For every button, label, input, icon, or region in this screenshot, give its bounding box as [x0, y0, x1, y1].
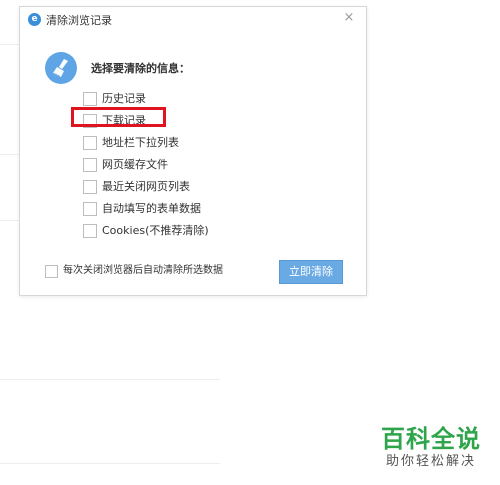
cookies-checkbox[interactable]: [83, 224, 97, 238]
option-label: 历史记录: [102, 92, 146, 105]
address-bar-list-checkbox[interactable]: [83, 136, 97, 150]
background-divider: [0, 463, 220, 464]
broom-icon: [45, 52, 77, 84]
clear-prompt: 选择要清除的信息：: [91, 62, 190, 75]
background-divider: [0, 379, 220, 380]
option-label: 网页缓存文件: [102, 158, 168, 171]
clear-history-dialog: e 清除浏览记录 × 选择要清除的信息： 历史记录 下载记录 地址栏下拉列表 网…: [19, 6, 367, 296]
option-label: 自动填写的表单数据: [102, 202, 201, 215]
history-checkbox[interactable]: [83, 92, 97, 106]
clear-now-button[interactable]: 立即清除: [279, 260, 343, 284]
option-label: 下载记录: [102, 114, 146, 127]
watermark-title: 百科全说: [381, 425, 481, 453]
option-label: 最近关闭网页列表: [102, 180, 190, 193]
dialog-titlebar: e 清除浏览记录 ×: [20, 7, 366, 33]
close-button[interactable]: ×: [342, 11, 356, 25]
browser-logo-icon: e: [28, 13, 41, 26]
page: e 清除浏览记录 × 选择要清除的信息： 历史记录 下载记录 地址栏下拉列表 网…: [0, 0, 500, 485]
auto-clear-label: 每次关闭浏览器后自动清除所选数据: [63, 265, 223, 276]
downloads-checkbox[interactable]: [83, 114, 97, 128]
watermark-subtitle: 助你轻松解决: [385, 454, 476, 469]
close-icon: ×: [343, 10, 355, 25]
web-cache-checkbox[interactable]: [83, 158, 97, 172]
autofill-form-checkbox[interactable]: [83, 202, 97, 216]
option-label: 地址栏下拉列表: [102, 136, 179, 149]
dialog-title: 清除浏览记录: [46, 14, 112, 27]
watermark-logo: 百科全说 助你轻松解决: [377, 425, 485, 471]
auto-clear-checkbox[interactable]: [45, 265, 58, 278]
recently-closed-checkbox[interactable]: [83, 180, 97, 194]
option-label: Cookies(不推荐清除): [102, 224, 209, 237]
